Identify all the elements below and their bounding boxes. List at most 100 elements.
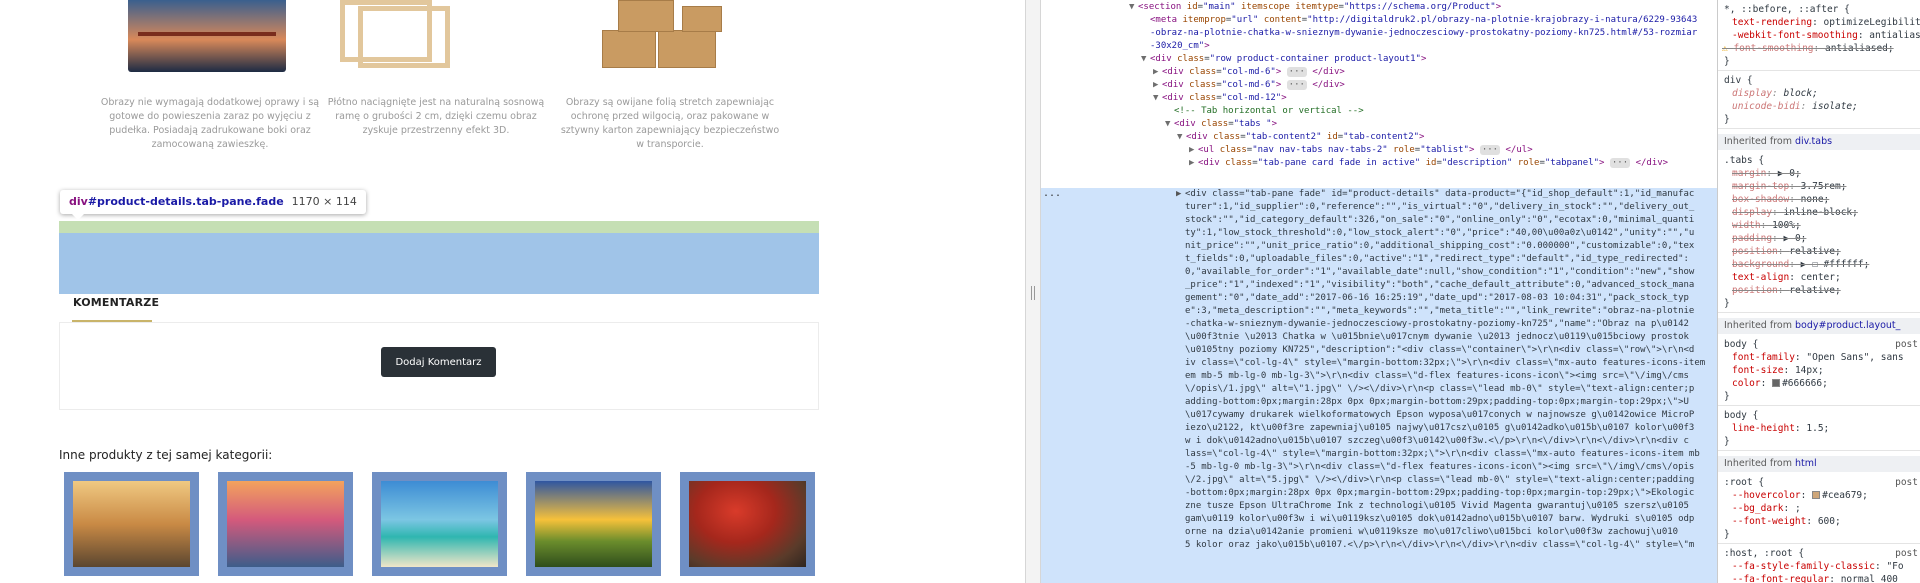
css-property[interactable]: --fa-style-family-classic (1732, 561, 1875, 572)
css-property[interactable]: text-rendering (1732, 17, 1812, 28)
css-property[interactable]: margin (1732, 168, 1766, 179)
css-rule-header[interactable]: :root {post (1718, 476, 1920, 489)
css-declaration[interactable]: text-rendering: optimizeLegibility; (1718, 16, 1920, 29)
expand-triangle-icon[interactable]: ▼ (1141, 53, 1150, 66)
expand-triangle-icon[interactable]: ▼ (1165, 118, 1174, 131)
css-property[interactable]: position (1732, 246, 1778, 257)
css-value[interactable]: "Fo (1886, 561, 1903, 572)
css-declaration[interactable]: -webkit-font-smoothing: antialiased; (1718, 29, 1920, 42)
css-value[interactable]: relative; (1789, 246, 1840, 257)
css-value[interactable]: optimizeLegibility; (1824, 17, 1920, 28)
css-declaration[interactable]: ⚠ font-smoothing: antialiased; (1718, 42, 1920, 55)
dom-line[interactable]: ▼ <div class="tab-content2" id="tab-conte… (1041, 131, 1717, 144)
css-declaration[interactable]: display: inline-block; (1718, 206, 1920, 219)
dom-line[interactable]: ▶ <div class="col-md-6"> ··· </div> (1041, 66, 1717, 79)
css-property[interactable]: text-align (1732, 272, 1789, 283)
product-thumb-sunset[interactable] (526, 472, 661, 576)
css-property[interactable]: display (1732, 88, 1772, 99)
css-property[interactable]: line-height (1732, 423, 1795, 434)
css-property[interactable]: width (1732, 220, 1761, 231)
css-rule-header[interactable]: body { (1718, 409, 1920, 422)
expand-triangle-icon[interactable]: ▼ (1177, 131, 1186, 144)
css-value[interactable]: 14px; (1795, 365, 1824, 376)
css-selector[interactable]: body { (1724, 339, 1758, 350)
css-property[interactable]: font-size (1732, 365, 1783, 376)
css-property[interactable]: font-family (1732, 352, 1795, 363)
css-value[interactable]: 1.5; (1806, 423, 1829, 434)
collapsed-triangle-icon[interactable]: ▶ (1153, 79, 1162, 92)
css-property[interactable]: display (1732, 207, 1772, 218)
css-value[interactable]: ▶ ☐ #ffffff; (1801, 259, 1870, 270)
css-value[interactable]: #666666; (1782, 378, 1828, 389)
css-declaration[interactable]: padding: ▶ 0; (1718, 232, 1920, 245)
css-value[interactable]: #cea679; (1822, 490, 1868, 501)
css-declaration[interactable]: position: relative; (1718, 284, 1920, 297)
css-declaration[interactable]: text-align: center; (1718, 271, 1920, 284)
css-declaration[interactable]: --font-weight: 600; (1718, 515, 1920, 528)
css-property[interactable]: box-shadow (1732, 194, 1789, 205)
css-declaration[interactable]: position: relative; (1718, 245, 1920, 258)
css-declaration[interactable]: font-size: 14px; (1718, 364, 1920, 377)
css-value[interactable]: center; (1801, 272, 1841, 283)
css-selector[interactable]: :host, :root { (1724, 548, 1804, 559)
css-declaration[interactable]: font-family: "Open Sans", sans (1718, 351, 1920, 364)
css-property[interactable]: --fa-font-regular (1732, 574, 1829, 583)
collapsed-triangle-icon[interactable]: ▶ (1189, 144, 1198, 157)
css-declaration[interactable]: background: ▶ ☐ #ffffff; (1718, 258, 1920, 271)
css-property[interactable]: --font-weight (1732, 516, 1806, 527)
css-value[interactable]: antialiased; (1825, 43, 1894, 54)
resize-handle-icon[interactable] (1031, 286, 1035, 300)
css-declaration[interactable]: --bg_dark: ; (1718, 502, 1920, 515)
css-value[interactable]: relative; (1789, 285, 1840, 296)
comments-tab-title[interactable]: KOMENTARZE (73, 296, 159, 309)
dom-line[interactable]: ▼ <section id="main" itemscope itemtype="… (1041, 1, 1717, 14)
css-property[interactable]: unicode-bidi (1732, 101, 1801, 112)
css-selector[interactable]: div { (1724, 75, 1753, 86)
inherited-from-header[interactable]: Inherited from div.tabs (1718, 134, 1920, 150)
dom-line[interactable]: -30x20_cm"> (1041, 40, 1717, 53)
css-value[interactable]: ; (1795, 503, 1801, 514)
css-property[interactable]: -webkit-font-smoothing (1732, 30, 1858, 41)
dom-line[interactable]: <!-- Tab horizontal or vertical --> (1041, 105, 1717, 118)
css-rule-header[interactable]: div { (1718, 74, 1920, 87)
collapsed-triangle-icon[interactable]: ▶ (1189, 157, 1198, 170)
css-value[interactable]: ▶ 0; (1778, 168, 1801, 179)
product-thumb-beach[interactable] (372, 472, 507, 576)
css-value[interactable]: 100%; (1772, 220, 1801, 231)
dom-line[interactable]: ▶ <div class="tab-pane card fade in activ… (1041, 157, 1717, 170)
dom-line[interactable]: ▼ <div class="row product-container produ… (1041, 53, 1717, 66)
product-thumb-windmills[interactable] (64, 472, 199, 576)
expand-triangle-icon[interactable]: ▼ (1153, 92, 1162, 105)
css-value[interactable]: block; (1784, 88, 1818, 99)
css-selector[interactable]: body { (1724, 410, 1758, 421)
css-rule-header[interactable]: *, ::before, ::after { (1718, 3, 1920, 16)
css-source-link[interactable]: post (1895, 547, 1918, 560)
css-property[interactable]: --hovercolor (1732, 490, 1801, 501)
css-selector[interactable]: *, ::before, ::after { (1724, 4, 1850, 15)
css-rule-header[interactable]: .tabs { (1718, 154, 1920, 167)
css-value[interactable]: inline-block; (1784, 207, 1858, 218)
selected-node-ellipsis-icon[interactable]: ... (1043, 188, 1061, 199)
dom-line[interactable]: ▼ <div class="col-md-12"> (1041, 92, 1717, 105)
inherited-target-link[interactable]: body#product.layout_ (1795, 320, 1900, 331)
inherited-from-header[interactable]: Inherited from body#product.layout_ (1718, 318, 1920, 334)
css-declaration[interactable]: width: 100%; (1718, 219, 1920, 232)
color-swatch-icon[interactable] (1812, 491, 1821, 499)
css-property[interactable]: background (1732, 259, 1789, 270)
css-rule-header[interactable]: :host, :root { post (1718, 547, 1920, 560)
dom-line[interactable]: ▶ <ul class="nav nav-tabs nav-tabs-2" rol… (1041, 144, 1717, 157)
css-selector[interactable]: :root { (1724, 477, 1764, 488)
css-value[interactable]: "Open Sans", sans (1806, 352, 1903, 363)
devtools-resize-divider[interactable] (1025, 0, 1041, 583)
css-value[interactable]: normal 400 (1841, 574, 1898, 583)
css-property[interactable]: position (1732, 285, 1778, 296)
dom-line[interactable]: <meta itemprop="url" content="http://dig… (1041, 14, 1717, 27)
color-swatch-icon[interactable] (1772, 379, 1781, 387)
dom-line[interactable]: ▶ <div class="col-md-6"> ··· </div> (1041, 79, 1717, 92)
dom-line[interactable]: ▼ <div class="tabs "> (1041, 118, 1717, 131)
product-thumb-venice[interactable] (218, 472, 353, 576)
css-declaration[interactable]: --fa-style-family-classic: "Fo (1718, 560, 1920, 573)
css-declaration[interactable]: margin: ▶ 0; (1718, 167, 1920, 180)
css-value[interactable]: antialiased; (1869, 30, 1920, 41)
css-declaration[interactable]: --hovercolor: #cea679; (1718, 489, 1920, 502)
